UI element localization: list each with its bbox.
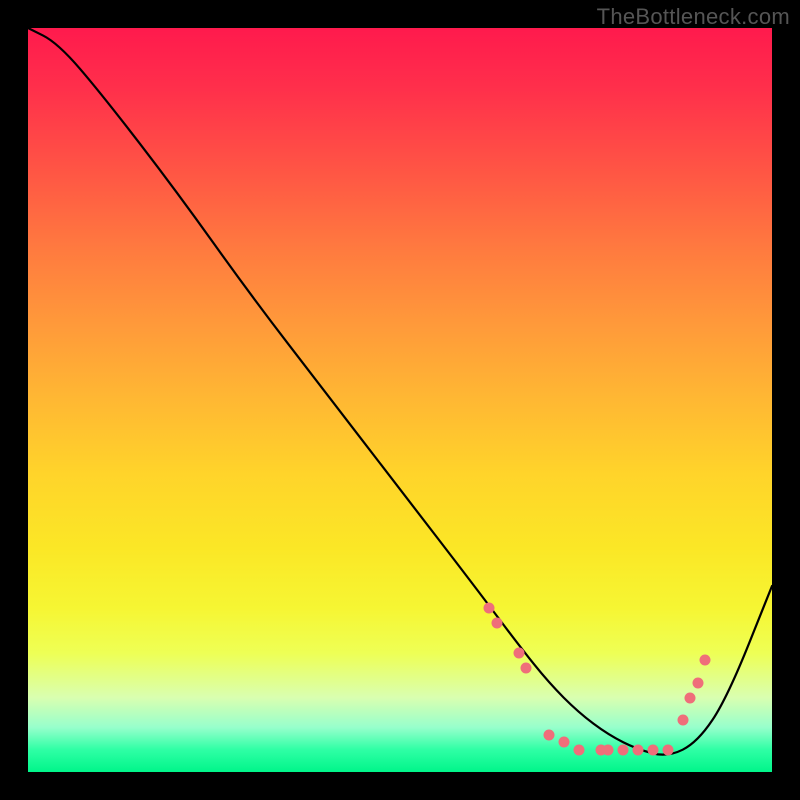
chart-marker: [573, 744, 584, 755]
chart-marker: [514, 647, 525, 658]
chart-marker: [491, 618, 502, 629]
chart-marker: [692, 677, 703, 688]
chart-marker: [700, 655, 711, 666]
chart-marker: [647, 744, 658, 755]
chart-marker: [633, 744, 644, 755]
chart-marker: [543, 729, 554, 740]
watermark-text: TheBottleneck.com: [597, 4, 790, 30]
chart-marker: [521, 662, 532, 673]
chart-marker: [603, 744, 614, 755]
chart-marker: [618, 744, 629, 755]
chart-marker: [662, 744, 673, 755]
chart-plot-area: [28, 28, 772, 772]
chart-marker: [484, 603, 495, 614]
chart-marker: [677, 714, 688, 725]
chart-marker: [558, 737, 569, 748]
bottleneck-curve: [28, 28, 772, 772]
chart-marker: [685, 692, 696, 703]
